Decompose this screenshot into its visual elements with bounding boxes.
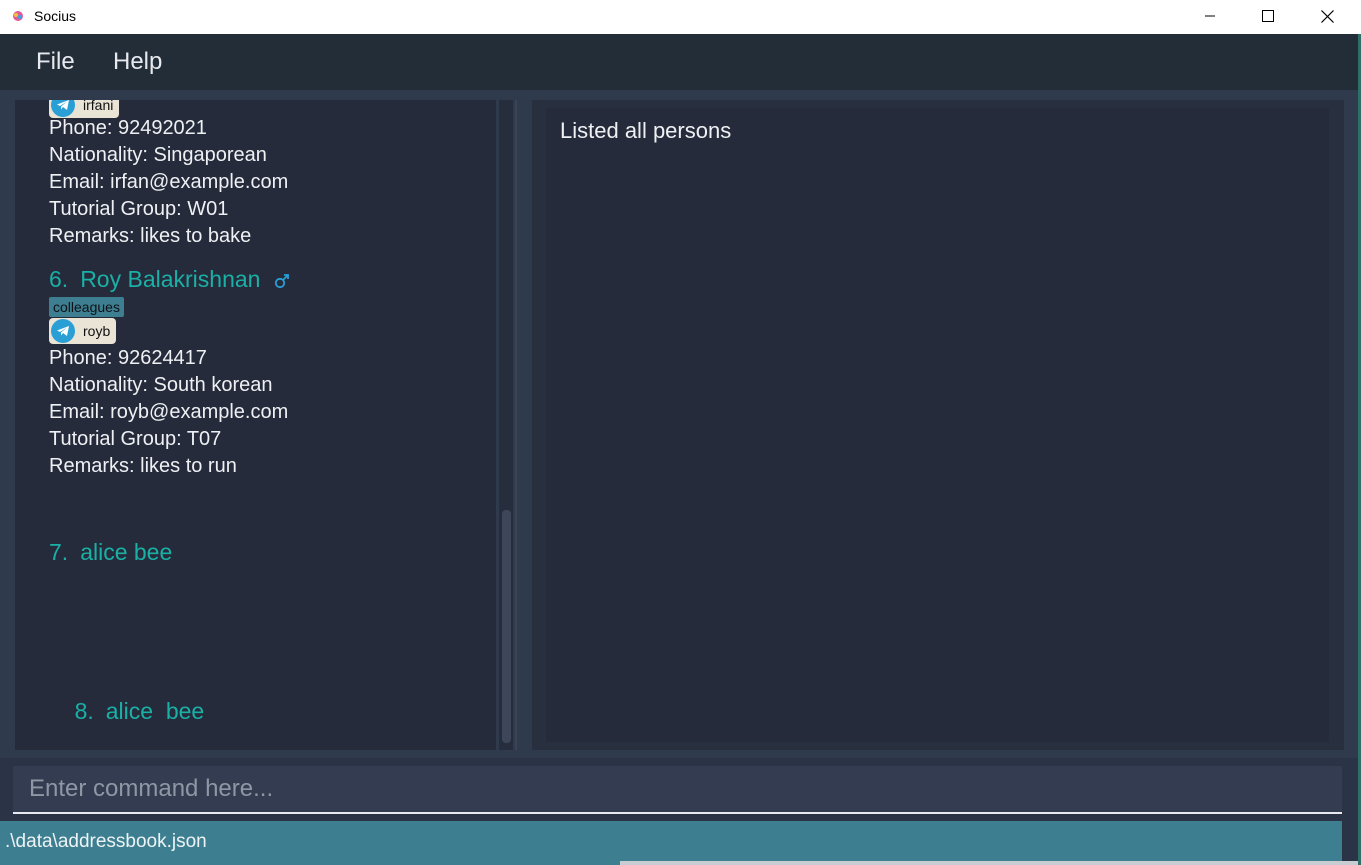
scroll-thumb[interactable] [502, 510, 511, 743]
status-bar: .\data\addressbook.json [0, 821, 1342, 865]
minimize-icon [1205, 15, 1215, 17]
person-remarks: Remarks: likes to bake [49, 225, 252, 247]
window-title: Socius [34, 8, 77, 24]
telegram-badge: irfani [49, 100, 120, 118]
maximize-icon [1262, 10, 1274, 22]
person-name: alice bee [80, 539, 173, 565]
telegram-icon [51, 319, 75, 343]
title-bar: Socius [0, 0, 1361, 34]
person-email: Email: irfan@example.com [49, 171, 289, 193]
person-name: Roy Balakrishnan [80, 266, 261, 292]
app-icon [13, 11, 23, 21]
command-input[interactable] [13, 766, 1342, 814]
person-tutorial-group: Tutorial Group: W01 [49, 198, 229, 220]
person-tutorial-group: Tutorial Group: T07 [49, 428, 222, 450]
list-scrollbar[interactable] [499, 100, 513, 750]
telegram-handle: royb [83, 323, 111, 339]
person-name: alice bee [105, 698, 205, 724]
person-nationality: Nationality: Singaporean [49, 144, 267, 166]
close-button[interactable] [1304, 0, 1350, 32]
person-name-row[interactable]: 8. alice bee [49, 671, 205, 750]
person-index: 8. [74, 698, 94, 724]
tag-badge: colleagues [49, 297, 124, 317]
minimize-button[interactable] [1187, 0, 1233, 32]
person-name-row[interactable]: 7. alice bee [49, 539, 172, 566]
person-index: 7. [49, 539, 69, 565]
person-remarks: Remarks: likes to run [49, 455, 237, 477]
status-bar-end [1342, 821, 1358, 865]
background-strip [620, 861, 1358, 865]
result-message: Listed all persons [560, 118, 732, 143]
person-index: 6. [49, 266, 69, 292]
telegram-handle: irfani [83, 100, 114, 113]
close-icon [1320, 9, 1334, 23]
result-display: Listed all persons [546, 108, 1329, 742]
menu-bar: File Help [0, 34, 1358, 90]
maximize-button[interactable] [1245, 0, 1291, 32]
person-name-row[interactable]: 6. Roy Balakrishnan [49, 266, 291, 293]
menu-file[interactable]: File [36, 48, 75, 76]
split-divider[interactable] [515, 100, 517, 750]
menu-help[interactable]: Help [113, 48, 162, 76]
telegram-badge: royb [49, 318, 117, 344]
person-phone: Phone: 92624417 [49, 347, 207, 369]
person-list[interactable]: irfani Phone: 92492021 Nationality: Sing… [15, 100, 496, 750]
person-email: Email: royb@example.com [49, 401, 289, 423]
gender-icon [274, 274, 289, 289]
person-phone: Phone: 92492021 [49, 117, 207, 139]
save-location: .\data\addressbook.json [5, 831, 207, 852]
telegram-icon [51, 100, 75, 117]
person-nationality: Nationality: South korean [49, 374, 273, 396]
